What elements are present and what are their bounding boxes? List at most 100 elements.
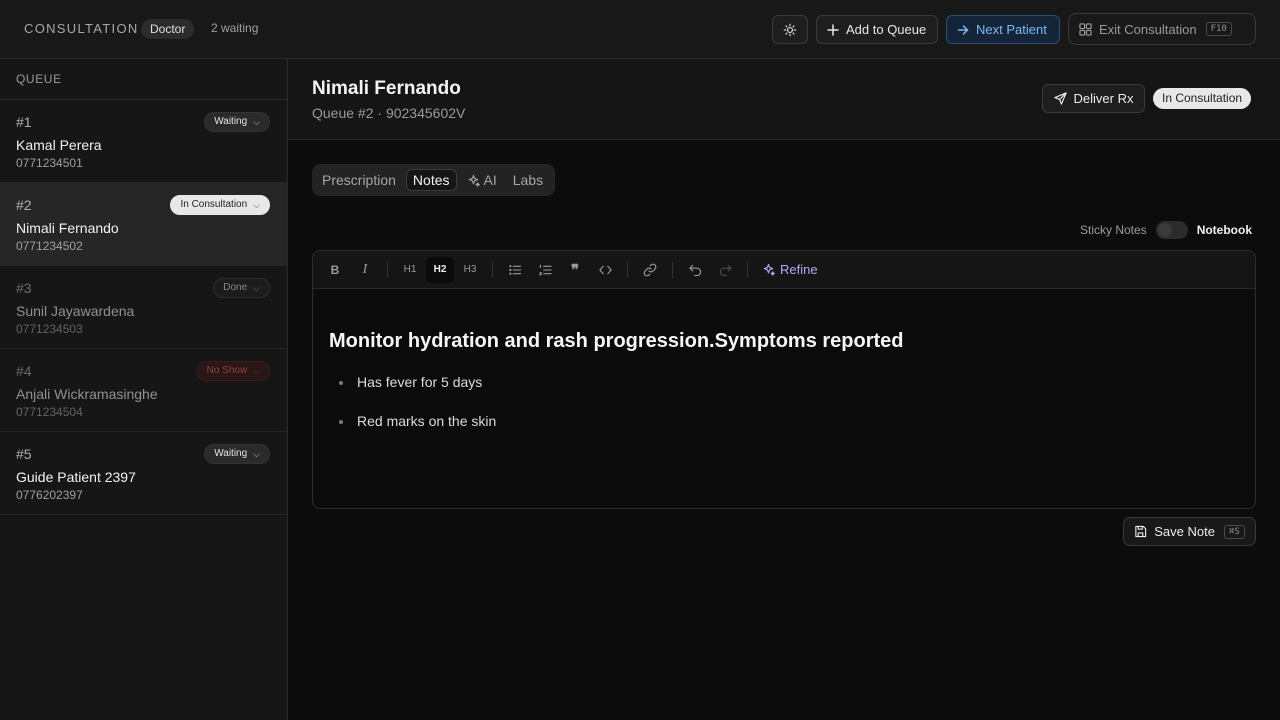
tab-notes[interactable]: Notes (405, 169, 457, 191)
refine-button[interactable]: Refine (762, 262, 818, 277)
h2-label: H2 (433, 264, 447, 275)
add-to-queue-label: Add to Queue (846, 22, 927, 37)
sticky-notes-label[interactable]: Sticky Notes (1080, 223, 1147, 237)
chevron-down-icon: ⌵ (253, 366, 260, 376)
patient-name: Guide Patient 2397 (16, 469, 136, 485)
sun-icon (783, 23, 797, 37)
status-dropdown[interactable]: Waiting ⌵ (204, 112, 270, 132)
tab-labs[interactable]: Labs (507, 169, 549, 191)
italic-icon: I (362, 261, 368, 277)
tab-ai[interactable]: AI (461, 169, 503, 191)
notes-editor: B I H1 H2 H3 ❞ Refine Monitor hydration … (312, 250, 1256, 509)
patient-phone: 0771234504 (16, 405, 83, 419)
deliver-rx-label: Deliver Rx (1073, 91, 1134, 106)
bullet-list-button[interactable] (501, 257, 529, 283)
patient-phone: 0776202397 (16, 488, 83, 502)
patient-name: Nimali Fernando (16, 220, 119, 236)
list-item: Has fever for 5 days (329, 374, 1239, 390)
patient-phone: 0771234502 (16, 239, 83, 253)
patient-name: Anjali Wickramasinghe (16, 386, 158, 402)
redo-button[interactable] (711, 257, 739, 283)
editor-toolbar: B I H1 H2 H3 ❞ Refine (313, 251, 1255, 289)
status-label: No Show (206, 365, 248, 376)
heading-3-button[interactable]: H3 (456, 257, 484, 283)
save-note-button[interactable]: Save Note ⌘S (1123, 517, 1256, 546)
notes-mode-toggle: Sticky Notes Notebook (1080, 221, 1252, 239)
tab-prescription[interactable]: Prescription (316, 169, 402, 191)
undo-icon (688, 264, 702, 276)
refine-label: Refine (780, 262, 818, 277)
next-patient-button[interactable]: Next Patient (946, 15, 1060, 44)
chevron-down-icon: ⌵ (253, 117, 260, 127)
patient-phone: 0771234501 (16, 156, 83, 170)
save-note-label: Save Note (1154, 524, 1215, 539)
status-dropdown[interactable]: No Show ⌵ (196, 361, 270, 381)
patient-header: Nimali Fernando Queue #2 · 902345602V De… (288, 59, 1280, 140)
notebook-label[interactable]: Notebook (1197, 223, 1252, 237)
chevron-down-icon: ⌵ (253, 200, 260, 210)
status-dropdown[interactable]: In Consultation ⌵ (170, 195, 270, 215)
ordered-list-icon (538, 264, 552, 276)
status-dropdown[interactable]: Waiting ⌵ (204, 444, 270, 464)
bold-icon: B (330, 262, 340, 277)
h3-label: H3 (463, 264, 477, 275)
queue-item[interactable]: #3 Sunil Jayawardena 0771234503 Done ⌵ (0, 266, 287, 349)
exit-consultation-button[interactable]: Exit Consultation F10 (1068, 13, 1256, 45)
sparkles-icon (762, 263, 775, 276)
code-icon (598, 265, 612, 275)
arrow-right-icon (957, 24, 969, 36)
exit-shortcut-key: F10 (1205, 22, 1232, 36)
queue-item[interactable]: #4 Anjali Wickramasinghe 0771234504 No S… (0, 349, 287, 432)
status-label: In Consultation (180, 199, 248, 210)
sparkles-icon (467, 174, 480, 187)
heading-1-button[interactable]: H1 (396, 257, 424, 283)
patient-name: Kamal Perera (16, 137, 102, 153)
top-bar: CONSULTATION Doctor 2 waiting Add to Que… (0, 0, 1280, 59)
blockquote-button[interactable]: ❞ (561, 257, 589, 283)
queue-item[interactable]: #2 Nimali Fernando 0771234502 In Consult… (0, 183, 287, 266)
status-dropdown[interactable]: Done ⌵ (213, 278, 270, 298)
status-badge: In Consultation (1153, 88, 1252, 109)
queue-sidebar: QUEUE #1 Kamal Perera 0771234501 Waiting… (0, 59, 288, 720)
add-to-queue-button[interactable]: Add to Queue (816, 15, 938, 44)
queue-item[interactable]: #1 Kamal Perera 0771234501 Waiting ⌵ (0, 100, 287, 183)
save-shortcut-key: ⌘S (1223, 524, 1245, 539)
chevron-down-icon: ⌵ (253, 283, 260, 293)
chevron-down-icon: ⌵ (253, 449, 260, 459)
undo-button[interactable] (681, 257, 709, 283)
status-label: Done (223, 282, 248, 293)
status-label: Waiting (214, 448, 248, 459)
h1-label: H1 (403, 264, 417, 275)
bullet-list-icon (508, 264, 522, 276)
next-patient-label: Next Patient (976, 22, 1047, 37)
deliver-rx-button[interactable]: Deliver Rx (1042, 84, 1145, 113)
page-title: Nimali Fernando (312, 78, 461, 99)
grid-icon (1079, 22, 1092, 36)
queue-item[interactable]: #5 Guide Patient 2397 0776202397 Waiting… (0, 432, 287, 515)
note-heading: Monitor hydration and rash progression.S… (329, 330, 904, 352)
queue-heading: QUEUE (0, 59, 287, 100)
link-button[interactable] (636, 257, 664, 283)
send-icon (1053, 92, 1067, 105)
note-bullet-list: Has fever for 5 days Red marks on the sk… (329, 374, 1239, 429)
link-icon (643, 263, 657, 277)
save-icon (1134, 525, 1147, 538)
patient-meta: Queue #2 · 902345602V (312, 105, 466, 121)
app-title: CONSULTATION (24, 21, 139, 36)
code-button[interactable] (591, 257, 619, 283)
tab-ai-label: AI (483, 172, 497, 188)
status-label: Waiting (214, 116, 248, 127)
list-item: Red marks on the skin (329, 413, 1239, 429)
ordered-list-button[interactable] (531, 257, 559, 283)
redo-icon (719, 264, 732, 276)
waiting-count: 2 waiting (211, 21, 259, 35)
bold-button[interactable]: B (321, 257, 349, 283)
plus-icon (827, 23, 839, 36)
tab-bar: Prescription Notes AI Labs (312, 164, 555, 196)
quote-icon: ❞ (570, 261, 580, 279)
editor-content[interactable]: Monitor hydration and rash progression.S… (313, 289, 1255, 429)
theme-toggle-button[interactable] (772, 15, 808, 44)
heading-2-button[interactable]: H2 (426, 256, 454, 283)
notes-mode-switch[interactable] (1155, 221, 1188, 239)
italic-button[interactable]: I (351, 257, 379, 283)
